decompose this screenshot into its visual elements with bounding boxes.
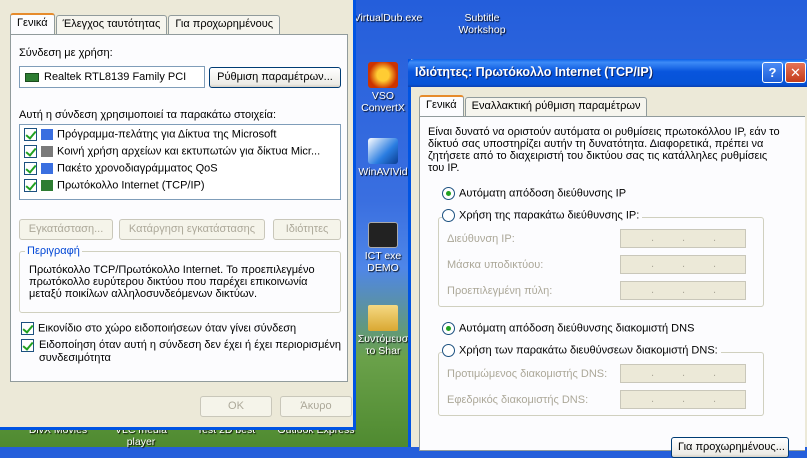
- cancel-button[interactable]: Άκυρο: [280, 396, 352, 417]
- left-tab-strip: Γενικά Έλεγχος ταυτότητας Για προχωρημέν…: [10, 13, 281, 34]
- qos-service-icon: [41, 163, 53, 174]
- radio-button[interactable]: [442, 322, 455, 335]
- radio-button[interactable]: [442, 209, 455, 222]
- list-item-label: Κοινή χρήση αρχείων και εκτυπωτών για δί…: [57, 145, 321, 158]
- uninstall-button[interactable]: Κατάργηση εγκατάστασης: [119, 219, 265, 240]
- show-icon-label: Εικονίδιο στο χώρο ειδοποιήσεων όταν γίν…: [38, 322, 297, 335]
- left-general-pane: Σύνδεση με χρήση: Realtek RTL8139 Family…: [10, 34, 348, 382]
- adapter-field: Realtek RTL8139 Family PCI: [19, 66, 205, 88]
- radio-button[interactable]: [442, 344, 455, 357]
- notify-option[interactable]: Ειδοποίηση όταν αυτή η σύνδεση δεν έχει …: [21, 339, 341, 365]
- properties-button[interactable]: Ιδιότητες: [273, 219, 341, 240]
- title-bar[interactable]: Ιδιότητες: Πρωτόκολλο Internet (TCP/IP) …: [408, 59, 807, 87]
- tab-alternate-configuration[interactable]: Εναλλακτική ρύθμιση παραμέτρων: [464, 97, 648, 116]
- default-gateway-label: Προεπιλεγμένη πύλη:: [447, 285, 553, 297]
- checkbox[interactable]: [24, 162, 37, 175]
- manual-ip-option[interactable]: Χρήση της παρακάτω διεύθυνσης IP:: [442, 209, 643, 222]
- tab-general[interactable]: Γενικά: [419, 95, 464, 116]
- checkbox[interactable]: [24, 179, 37, 192]
- manual-dns-option[interactable]: Χρήση των παρακάτω διευθύνσεων διακομιστ…: [442, 344, 721, 357]
- tab-advanced[interactable]: Για προχωρημένους: [168, 15, 281, 34]
- desktop-icon-label: VirtualDub.exe: [353, 12, 423, 24]
- auto-dns-label: Αυτόματη απόδοση διεύθυνσης διακομιστή D…: [459, 322, 695, 335]
- intro-text: Είναι δυνατό να οριστούν αυτόματα οι ρυθ…: [428, 126, 780, 174]
- notify-label: Ειδοποίηση όταν αυτή η σύνδεση δεν έχει …: [39, 339, 341, 364]
- advanced-button[interactable]: Για προχωρημένους...: [671, 437, 789, 458]
- protocol-icon: [41, 180, 53, 191]
- manual-dns-label: Χρήση των παρακάτω διευθύνσεων διακομιστ…: [459, 344, 718, 357]
- list-item-label: Πρωτόκολλο Internet (TCP/IP): [57, 179, 205, 192]
- network-adapter-icon: [25, 73, 39, 82]
- ict-app-icon: [368, 222, 398, 248]
- desktop-icon-ict[interactable]: ICT exe DEMO: [355, 222, 411, 274]
- list-item[interactable]: Πακέτο χρονοδιαγράμματος QoS: [24, 162, 218, 175]
- default-gateway-input[interactable]: ...: [620, 281, 746, 300]
- subnet-mask-label: Μάσκα υποδικτύου:: [447, 259, 544, 271]
- application-icon: [373, 2, 403, 10]
- items-label: Αυτή η σύνδεση χρησιμοποιεί τα παρακάτω …: [19, 109, 277, 121]
- list-item[interactable]: Πρόγραμμα-πελάτης για Δίκτυα της Microso…: [24, 128, 276, 141]
- show-icon-option[interactable]: Εικονίδιο στο χώρο ειδοποιήσεων όταν γίν…: [21, 322, 296, 335]
- radio-button[interactable]: [442, 187, 455, 200]
- desktop-icon-virtualdub[interactable]: VirtualDub.exe: [352, 2, 424, 24]
- application-icon: [467, 0, 497, 10]
- desktop-icon-subtitle-workshop[interactable]: Subtitle Workshop: [446, 0, 518, 36]
- checkbox[interactable]: [21, 339, 34, 352]
- auto-dns-option[interactable]: Αυτόματη απόδοση διεύθυνσης διακομιστή D…: [442, 322, 694, 335]
- vso-app-icon: [368, 62, 398, 88]
- desktop-icon-winavi[interactable]: WinAVIVid: [355, 138, 411, 178]
- folder-icon: [368, 305, 398, 331]
- desktop-icon-label: ICT exe DEMO: [364, 250, 402, 274]
- ip-address-input[interactable]: ...: [620, 229, 746, 248]
- auto-ip-option[interactable]: Αυτόματη απόδοση διεύθυνσης IP: [442, 187, 626, 200]
- checkbox[interactable]: [24, 128, 37, 141]
- desktop-icon-vso[interactable]: VSO ConvertX: [355, 62, 411, 114]
- desktop-icon-label: Συντόμευσ το Shar: [357, 333, 409, 357]
- preferred-dns-input[interactable]: ...: [620, 364, 746, 383]
- components-list: Πρόγραμμα-πελάτης για Δίκτυα της Microso…: [19, 124, 341, 200]
- list-item[interactable]: Κοινή χρήση αρχείων και εκτυπωτών για δί…: [24, 145, 320, 158]
- alternate-dns-input[interactable]: ...: [620, 390, 746, 409]
- desktop-icon-label: Subtitle Workshop: [458, 12, 506, 36]
- auto-ip-label: Αυτόματη απόδοση διεύθυνσης IP: [459, 187, 627, 200]
- list-item-label: Πρόγραμμα-πελάτης για Δίκτυα της Microso…: [57, 128, 277, 141]
- description-title: Περιγραφή: [25, 245, 82, 257]
- checkbox[interactable]: [24, 145, 37, 158]
- desktop-icon-label: VSO ConvertX: [361, 90, 405, 114]
- connect-using-label: Σύνδεση με χρήση:: [19, 47, 113, 59]
- manual-ip-label: Χρήση της παρακάτω διεύθυνσης IP:: [459, 209, 640, 222]
- network-client-icon: [41, 129, 53, 140]
- description-text: Πρωτόκολλο TCP/Πρωτόκολλο Internet. Το π…: [29, 264, 315, 300]
- tab-general[interactable]: Γενικά: [10, 13, 55, 34]
- install-button[interactable]: Εγκατάσταση...: [19, 219, 113, 240]
- printer-share-icon: [41, 146, 53, 157]
- desktop-icon-shortcut[interactable]: Συντόμευσ το Shar: [355, 305, 411, 357]
- winavi-app-icon: [368, 138, 398, 164]
- connection-properties-dialog: Γενικά Έλεγχος ταυτότητας Για προχωρημέν…: [0, 0, 356, 430]
- close-button[interactable]: ✕: [785, 62, 806, 83]
- right-tab-strip: Γενικά Εναλλακτική ρύθμιση παραμέτρων: [419, 95, 648, 116]
- subnet-mask-input[interactable]: ...: [620, 255, 746, 274]
- ip-address-label: Διεύθυνση IP:: [447, 233, 515, 245]
- configure-button[interactable]: Ρύθμιση παραμέτρων...: [209, 67, 341, 88]
- ok-button[interactable]: OK: [200, 396, 272, 417]
- checkbox[interactable]: [21, 322, 34, 335]
- right-general-pane: Είναι δυνατό να οριστούν αυτόματα οι ρυθ…: [419, 116, 805, 458]
- tab-authentication[interactable]: Έλεγχος ταυτότητας: [55, 15, 168, 34]
- alternate-dns-label: Εφεδρικός διακομιστής DNS:: [447, 394, 589, 406]
- desktop-icon-label: WinAVIVid: [358, 166, 408, 178]
- dialog-title: Ιδιότητες: Πρωτόκολλο Internet (TCP/IP): [415, 65, 653, 79]
- help-button[interactable]: ?: [762, 62, 783, 83]
- adapter-name: Realtek RTL8139 Family PCI: [44, 71, 187, 83]
- preferred-dns-label: Προτιμώμενος διακομιστής DNS:: [447, 368, 608, 380]
- tcpip-properties-dialog: Ιδιότητες: Πρωτόκολλο Internet (TCP/IP) …: [408, 59, 807, 458]
- list-item[interactable]: Πρωτόκολλο Internet (TCP/IP): [24, 179, 205, 192]
- list-item-label: Πακέτο χρονοδιαγράμματος QoS: [57, 162, 218, 175]
